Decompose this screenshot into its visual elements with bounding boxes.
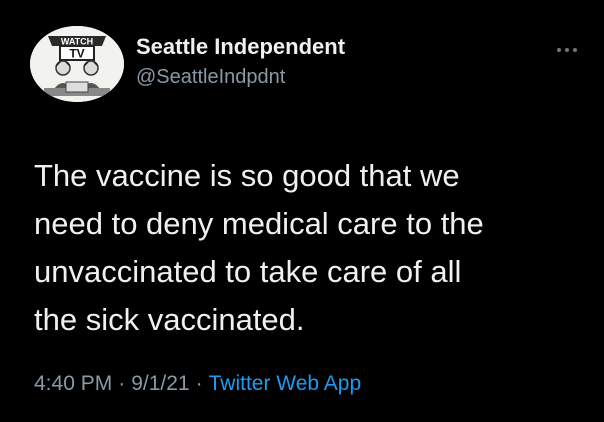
author-handle[interactable]: @SeattleIndpdnt — [136, 66, 285, 89]
tweet-text-line: the sick vaccinated. — [34, 302, 305, 337]
author-name[interactable]: Seattle Independent — [136, 34, 345, 60]
more-options-icon[interactable] — [556, 40, 578, 56]
tweet-text-line: The vaccine is so good that we — [34, 158, 460, 193]
svg-text:TV: TV — [69, 47, 84, 61]
tweet-meta: 4:40 PM · 9/1/21 · Twitter Web App — [34, 372, 361, 396]
tweet-text-line: unvaccinated to take care of all — [34, 254, 462, 289]
tweet-text-line: need to deny medical care to the — [34, 206, 484, 241]
avatar[interactable]: WATCH TV — [30, 26, 124, 102]
tweet-card: WATCH TV Seattle Independent @SeattleInd… — [0, 0, 604, 422]
meta-separator: · — [195, 372, 203, 395]
tweet-text: The vaccine is so good that we need to d… — [34, 152, 586, 344]
tweet-date[interactable]: 9/1/21 — [131, 372, 189, 395]
tweet-time[interactable]: 4:40 PM — [34, 372, 112, 395]
meta-separator: · — [118, 372, 126, 395]
watch-tv-logo-icon: WATCH TV — [30, 26, 124, 102]
tweet-source-link[interactable]: Twitter Web App — [209, 372, 362, 395]
